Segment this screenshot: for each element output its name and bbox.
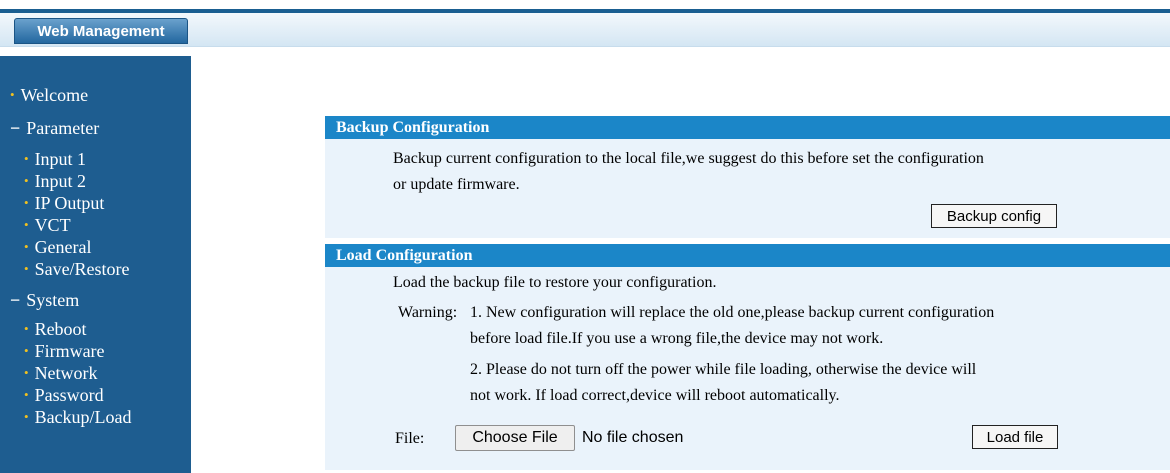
sidebar-item-label: Welcome [20,85,89,105]
bullet-icon: • [24,321,29,336]
sidebar-item-system[interactable]: − System [10,289,79,311]
sidebar-item-label: Input 2 [34,171,87,191]
bullet-icon: • [24,173,29,188]
load-panel-body: Load the backup file to restore your con… [325,267,1170,470]
sidebar-item-ip-output[interactable]: • IP Output [24,192,104,216]
choose-file-button[interactable]: Choose File [455,425,575,451]
warning-1-line2: before load file.If you use a wrong file… [470,330,884,347]
sidebar-item-label: IP Output [34,193,105,213]
sidebar-item-input-1[interactable]: • Input 1 [24,148,86,172]
brand-tab: Web Management [14,18,188,44]
sidebar-item-label: Input 1 [34,149,87,169]
sidebar-item-save-restore[interactable]: • Save/Restore [24,258,130,282]
sidebar-item-label: Network [34,363,98,383]
sidebar-item-network[interactable]: • Network [24,362,98,386]
backup-panel-header: Backup Configuration [325,116,1170,139]
bullet-icon: • [24,365,29,380]
bullet-icon: • [24,409,29,424]
sidebar-item-password[interactable]: • Password [24,384,104,408]
sidebar-item-firmware[interactable]: • Firmware [24,340,105,364]
minus-icon: − [10,290,21,310]
bullet-icon: • [24,387,29,402]
bullet-icon: • [24,217,29,232]
bullet-icon: • [10,87,15,102]
sidebar-item-backup-load[interactable]: • Backup/Load [24,406,132,430]
bullet-icon: • [24,195,29,210]
warning-2-line2: not work. If load correct,device will re… [470,387,840,404]
sidebar-item-label: Backup/Load [34,407,132,427]
load-file-button[interactable]: Load file [972,425,1058,449]
backup-description-line1: Backup current configuration to the loca… [393,150,984,167]
sidebar-item-label: VCT [34,215,71,235]
bullet-icon: • [24,151,29,166]
backup-description-line2: or update firmware. [393,176,520,193]
bullet-icon: • [24,343,29,358]
sidebar-item-input-2[interactable]: • Input 2 [24,170,86,194]
sidebar-item-welcome[interactable]: • Welcome [10,84,88,108]
bullet-icon: • [24,239,29,254]
sidebar-item-reboot[interactable]: • Reboot [24,318,87,342]
minus-icon: − [10,118,21,138]
sidebar-item-label: Reboot [34,319,87,339]
sidebar-item-parameter[interactable]: − Parameter [10,117,99,139]
sidebar-item-label: Save/Restore [34,259,130,279]
top-bar: Web Management [0,0,1170,47]
sidebar-nav: • Welcome − Parameter • Input 1 • Input 2 • IP Ou… [0,56,191,473]
warning-1-line1: 1. New configuration will replace the ol… [470,304,995,321]
backup-config-button[interactable]: Backup config [931,204,1057,228]
sidebar-item-label: Password [34,385,104,405]
load-panel-header: Load Configuration [325,244,1170,267]
sidebar-item-label: Firmware [34,341,105,361]
warning-label: Warning: [398,304,458,321]
warning-2-line1: 2. Please do not turn off the power whil… [470,361,977,378]
file-label: File: [395,430,425,447]
sidebar-item-label: Parameter [26,118,100,138]
sidebar-item-general[interactable]: • General [24,236,92,260]
file-status-text: No file chosen [582,429,684,446]
backup-panel-body: Backup current configuration to the loca… [325,139,1170,238]
sidebar-item-vct[interactable]: • VCT [24,214,71,238]
bullet-icon: • [24,261,29,276]
sidebar-item-label: System [26,290,80,310]
sidebar-item-label: General [34,237,92,257]
load-description: Load the backup file to restore your con… [393,274,717,291]
